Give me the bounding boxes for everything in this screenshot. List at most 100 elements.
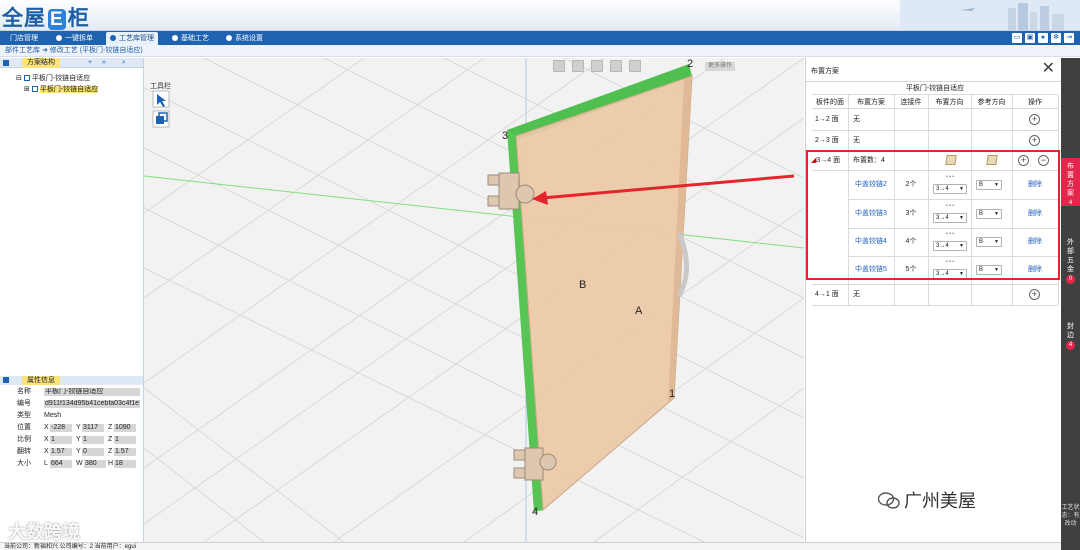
watermark-right: 广州美屋 [878,489,976,513]
close-icon[interactable]: ✕ [1042,61,1055,77]
plus-icon[interactable]: + [88,58,92,68]
tab-icon [226,35,232,41]
pos-z-field[interactable]: 1090 [114,424,136,432]
side-tab-edge-banding[interactable]: 封边 4 [1061,322,1080,356]
rot-x-field[interactable]: 1.57 [50,448,72,456]
tree-node-root[interactable]: ⊟ 平板门-铰链自适应 [16,74,90,84]
header-skyline-decoration [900,0,1080,30]
props-tab[interactable]: 属性信息 [22,376,60,385]
collapse-icon[interactable]: » [102,58,106,68]
status-bar: 当前公司：新福和兴 公司编号：2 当前用户：egui [0,542,1061,550]
toolbar-btn-5[interactable] [629,60,641,72]
gear-icon[interactable]: ✻ [1051,33,1061,43]
col-header-scheme: 布置方案 [857,99,885,106]
panel-icon [3,377,9,383]
prop-type-value: Mesh [44,412,62,419]
toolbox-label: 工具栏 [150,83,171,90]
rot-z-field[interactable]: 1.57 [114,448,136,456]
face-row-label: 1→2 面 [815,116,839,123]
add-circle-icon[interactable]: + [1029,114,1040,125]
prop-rotation: 翻转 X 1.57 Y0 Z 1.57 [0,446,143,457]
face-label-b: B [579,279,587,291]
face-row-scheme: 无 [853,116,860,123]
select-tool-icon [152,90,170,108]
prop-size: 大小 L 664 W 380 H 18 [0,458,143,469]
pos-x-field[interactable]: -228 [50,424,72,432]
tree-checkbox[interactable] [23,75,30,81]
col-header-direction: 布置方向 [935,99,964,106]
tree-tab[interactable]: 方案结构 [22,58,60,68]
expand-icon[interactable]: ⊟ [16,75,22,82]
app-header: 全屋 E 柜 [0,0,1080,31]
breadcrumb: 部件工艺库 ➜ 修改工艺 (平板门-铰链自适应) [0,45,1080,57]
tree-node-label: 平板门-铰链自适应 [39,86,99,93]
scene-canvas [144,58,804,542]
toolbar-btn-2[interactable] [572,60,584,72]
tab-process-library[interactable]: 工艺库管理 [106,32,158,45]
prop-id-field[interactable]: d911f134d95b41cebfa03c4f1e7 [44,400,140,408]
main-nav: 门店管理 一键拆单 工艺库管理 基础工艺 系统设置 ▭ ▣ ● ✻ ⇥ [0,31,1080,45]
logo-text: 全屋 [2,7,46,30]
floor-grid [144,58,804,542]
layout-scheme-panel: 布置方案 ✕ 平板门-铰链自适应 板件的面 布置方案 连接件 布置方向 参考方向… [805,58,1062,542]
props-panel-header: 属性信息 [0,376,143,385]
side-tab-external-hardware[interactable]: 外部五金 0 [1061,238,1080,290]
face-row-scheme: 无 [853,291,860,298]
toolbar-btn-4[interactable] [610,60,622,72]
corner-label-3: 3 [502,130,509,142]
expand-icon[interactable]: ⊞ [24,86,30,93]
tab-one-click-split[interactable]: 一键拆单 [52,32,97,45]
col-header-face: 板件的面 [816,99,844,106]
add-circle-icon[interactable]: + [1029,135,1040,146]
tab-basic-process[interactable]: 基础工艺 [168,32,213,45]
copy-tool-icon [152,110,170,128]
corner-label-1: 1 [669,388,676,400]
toolbar-btn-3[interactable] [591,60,603,72]
panel-title-bar: 布置方案 ✕ [806,58,1062,82]
corner-label-2: 2 [687,58,694,70]
wechat-icon [878,492,900,509]
side-tab-badge: 0 [1066,275,1075,284]
tab-system-settings[interactable]: 系统设置 [222,32,267,45]
size-h-field[interactable]: 18 [114,460,136,468]
face-row-label: 2→3 面 [815,137,839,144]
door-face [515,75,693,512]
scale-y-field[interactable]: 1 [82,436,104,444]
save-icon[interactable]: ▣ [1025,33,1035,43]
panel-subtitle: 平板门-铰链自适应 [812,83,1058,95]
size-w-field[interactable]: 380 [84,460,106,468]
corner-label-4: 4 [532,506,539,518]
axis-line-green [144,175,804,249]
add-circle-icon[interactable]: + [1029,289,1040,300]
search-icon[interactable]: ⌕ [122,58,126,68]
breadcrumb-text: 部件工艺库 ➜ 修改工艺 (平板门-铰链自适应) [5,47,143,54]
3d-viewport[interactable]: 工具栏 更多操作 3 2 1 4 B A [144,58,804,542]
tab-store-management[interactable]: 门店管理 [6,32,42,45]
prop-name-field[interactable]: 平板门-铰链自适应 [44,388,140,396]
app-logo: 全屋 E 柜 [2,2,90,30]
tree-node-child[interactable]: ⊞ 平板门-铰链自适应 [24,85,99,95]
toolbar-btn-1[interactable] [553,60,565,72]
scale-z-field[interactable]: 1 [114,436,136,444]
panel-icon [3,60,9,66]
prop-type: 类型 Mesh [17,412,62,419]
more-operations-button[interactable]: 更多操作 [705,62,736,71]
face-row-label: 4→1 面 [815,291,839,298]
col-header-connector: 连接件 [900,99,922,106]
scale-x-field[interactable]: 1 [50,436,72,444]
col-header-ref-direction: 参考方向 [977,99,1006,106]
pos-y-field[interactable]: 3117 [82,424,104,432]
logo-tail: 柜 [67,7,90,30]
tree-checkbox[interactable] [31,86,38,92]
exit-icon[interactable]: ⇥ [1064,33,1074,43]
rot-y-field[interactable]: 0 [82,448,104,456]
size-l-field[interactable]: 664 [50,460,72,468]
prop-id: 编号 d911f134d95b41cebfa03c4f1e7 [17,400,140,408]
monitor-icon[interactable]: ▭ [1012,33,1022,43]
tab-icon [110,35,116,41]
user-icon[interactable]: ● [1038,33,1048,43]
tab-icon [172,35,178,41]
side-tab-badge: 4 [1066,341,1075,350]
side-tab-layout-scheme[interactable]: 布置方案 4 [1061,158,1080,206]
tree-node-label: 平板门-铰链自适应 [31,75,91,82]
